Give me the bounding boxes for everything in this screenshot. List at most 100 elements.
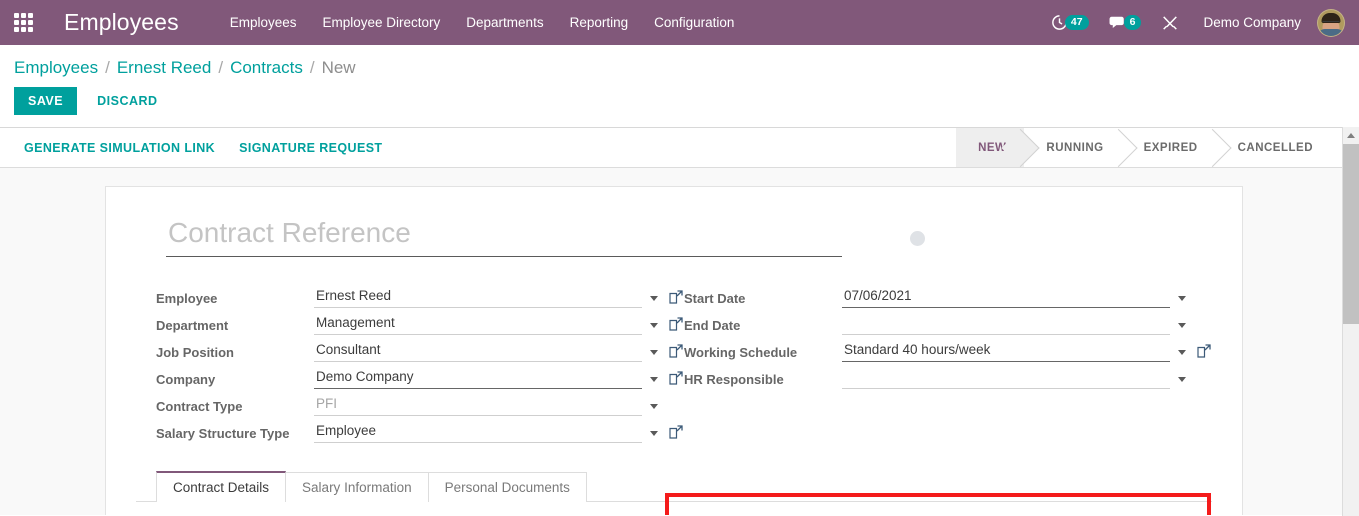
chevron-down-icon[interactable]: [1178, 323, 1186, 328]
form-column-left: Employee Department: [156, 283, 684, 445]
breadcrumb-item-ernest-reed[interactable]: Ernest Reed: [117, 58, 212, 78]
hr-responsible-input[interactable]: [842, 368, 1170, 389]
external-link-icon[interactable]: [1196, 343, 1212, 359]
breadcrumb: Employees / Ernest Reed / Contracts / Ne…: [14, 45, 1359, 78]
breadcrumb-item-employees[interactable]: Employees: [14, 58, 98, 78]
form-sheet: Employee Department: [105, 186, 1243, 515]
activity-counter-badge: 47: [1064, 15, 1089, 30]
save-button[interactable]: SAVE: [14, 87, 78, 115]
chevron-down-icon[interactable]: [650, 350, 658, 355]
vertical-scrollbar[interactable]: [1342, 127, 1359, 516]
department-input[interactable]: [314, 314, 642, 335]
field-label-employee: Employee: [156, 291, 218, 306]
field-department: Department: [156, 310, 684, 337]
chevron-down-icon[interactable]: [650, 377, 658, 382]
avatar-glasses: [1322, 21, 1340, 26]
status-dot-icon[interactable]: [910, 231, 925, 246]
field-label-job-position: Job Position: [156, 345, 234, 360]
field-job-position: Job Position: [156, 337, 684, 364]
company-input[interactable]: [314, 368, 642, 389]
breadcrumb-separator: /: [218, 58, 224, 77]
developer-tools-button[interactable]: [1151, 0, 1189, 45]
field-contract-type: Contract Type: [156, 391, 684, 418]
menu-item-employee-directory[interactable]: Employee Directory: [309, 0, 453, 45]
app-brand-title[interactable]: Employees: [46, 9, 189, 36]
external-link-icon[interactable]: [668, 370, 684, 386]
generate-simulation-link-button[interactable]: GENERATE SIMULATION LINK: [12, 141, 227, 155]
chevron-down-icon[interactable]: [1178, 350, 1186, 355]
notebook-tabs: Contract Details Salary Information Pers…: [136, 469, 1212, 502]
field-label-contract-type: Contract Type: [156, 399, 243, 414]
menu-item-configuration[interactable]: Configuration: [641, 0, 747, 45]
tab-personal-documents[interactable]: Personal Documents: [427, 472, 587, 502]
field-end-date: End Date: [684, 310, 1212, 337]
external-link-icon[interactable]: [668, 424, 684, 440]
activity-menu-button[interactable]: 47: [1041, 0, 1099, 45]
scroll-up-arrow-icon[interactable]: [1343, 127, 1359, 144]
field-working-schedule: Working Schedule: [684, 337, 1212, 364]
record-actions: SAVE DISCARD: [14, 78, 1359, 127]
breadcrumb-item-contracts[interactable]: Contracts: [230, 58, 303, 78]
external-link-icon[interactable]: [668, 343, 684, 359]
external-link-icon[interactable]: [668, 289, 684, 305]
tab-contract-details[interactable]: Contract Details: [156, 471, 287, 502]
field-label-hr-responsible: HR Responsible: [684, 372, 784, 387]
main-menu: Employees Employee Directory Departments…: [217, 0, 748, 45]
statusbar: NEW RUNNING EXPIRED CANCELLED: [956, 128, 1331, 167]
employee-input[interactable]: [314, 287, 642, 308]
start-date-input[interactable]: [842, 287, 1170, 308]
contract-type-input[interactable]: [314, 395, 642, 416]
status-step-new[interactable]: NEW: [956, 128, 1025, 167]
breadcrumb-separator: /: [105, 58, 110, 77]
field-salary-structure-type: Salary Structure Type: [156, 418, 684, 445]
menu-item-departments[interactable]: Departments: [453, 0, 556, 45]
navbar-right-tools: 47 6 Demo Company: [1041, 0, 1359, 45]
form-fields: Employee Department: [136, 283, 1212, 445]
chevron-down-icon[interactable]: [1178, 296, 1186, 301]
working-schedule-input[interactable]: [842, 341, 1170, 362]
breadcrumb-item-new: New: [321, 58, 356, 77]
field-label-salary-structure-type: Salary Structure Type: [156, 426, 290, 441]
chevron-down-icon[interactable]: [650, 404, 658, 409]
field-employee: Employee: [156, 283, 684, 310]
control-panel: Employees / Ernest Reed / Contracts / Ne…: [0, 45, 1359, 128]
field-label-department: Department: [156, 318, 229, 333]
contract-reference-input[interactable]: [166, 217, 842, 257]
wrench-icon: [1163, 15, 1178, 30]
tab-salary-information[interactable]: Salary Information: [285, 472, 429, 502]
avatar-shirt: [1318, 28, 1344, 36]
chevron-down-icon[interactable]: [1178, 377, 1186, 382]
status-step-cancelled[interactable]: CANCELLED: [1215, 128, 1331, 167]
field-company: Company: [156, 364, 684, 391]
user-avatar[interactable]: [1317, 8, 1345, 37]
scrollbar-thumb[interactable]: [1343, 144, 1359, 324]
form-view-area: Employee Department: [0, 168, 1359, 515]
chevron-down-icon[interactable]: [650, 296, 658, 301]
menu-item-reporting[interactable]: Reporting: [557, 0, 642, 45]
chevron-down-icon[interactable]: [650, 323, 658, 328]
signature-request-button[interactable]: SIGNATURE REQUEST: [227, 141, 394, 155]
breadcrumb-separator: /: [309, 58, 315, 77]
apps-grid-icon: [13, 13, 33, 32]
field-label-company: Company: [156, 372, 216, 387]
current-company-label[interactable]: Demo Company: [1189, 0, 1315, 45]
chevron-down-icon[interactable]: [650, 431, 658, 436]
field-label-start-date: Start Date: [684, 291, 746, 306]
salary-structure-type-input[interactable]: [314, 422, 642, 443]
end-date-input[interactable]: [842, 314, 1170, 335]
field-start-date: Start Date: [684, 283, 1212, 310]
menu-item-employees[interactable]: Employees: [217, 0, 310, 45]
record-title-row: [136, 217, 1212, 257]
apps-menu-button[interactable]: [0, 0, 46, 45]
field-hr-responsible: HR Responsible: [684, 364, 1212, 391]
external-link-icon[interactable]: [668, 316, 684, 332]
discard-button[interactable]: DISCARD: [83, 87, 171, 115]
form-button-box: GENERATE SIMULATION LINK SIGNATURE REQUE…: [0, 128, 1359, 168]
messaging-counter-badge: 6: [1123, 15, 1142, 30]
form-column-right: Start Date End Date: [684, 283, 1212, 445]
field-label-working-schedule: Working Schedule: [684, 345, 798, 360]
top-navbar: Employees Employees Employee Directory D…: [0, 0, 1359, 45]
field-label-end-date: End Date: [684, 318, 741, 333]
job-position-input[interactable]: [314, 341, 642, 362]
messaging-menu-button[interactable]: 6: [1099, 0, 1152, 45]
